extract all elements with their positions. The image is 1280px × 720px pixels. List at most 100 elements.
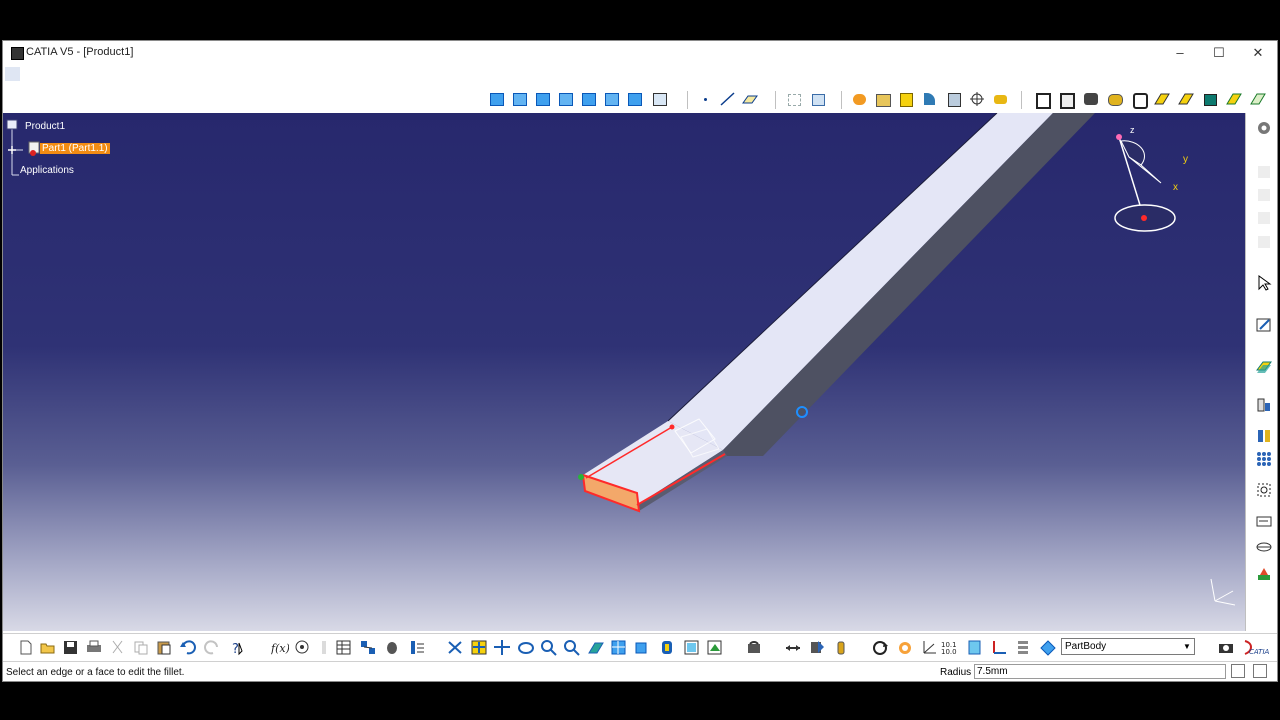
chevron-down-icon[interactable]: ▼ <box>1180 639 1194 654</box>
slot-icon[interactable] <box>626 91 644 107</box>
compass-icon[interactable] <box>1103 123 1203 233</box>
shaft-icon[interactable] <box>534 91 552 107</box>
rotate-icon[interactable] <box>517 639 535 656</box>
knowledge-icon[interactable] <box>293 639 311 656</box>
line-icon[interactable] <box>719 91 737 107</box>
pocket-icon[interactable] <box>511 91 529 107</box>
whats-this-icon[interactable]: ? <box>229 639 247 657</box>
pattern-icon[interactable] <box>1255 450 1273 468</box>
compass-tool-icon[interactable] <box>920 639 938 656</box>
close-button[interactable]: ✕ <box>1239 41 1277 65</box>
catalog-icon[interactable] <box>359 639 377 656</box>
mirror-icon[interactable] <box>1057 91 1075 109</box>
update-icon[interactable] <box>745 639 763 656</box>
status-lock-icon[interactable] <box>1253 664 1267 678</box>
formula-icon[interactable]: f(x) <box>270 639 290 656</box>
box-icon[interactable] <box>897 91 915 107</box>
maximize-button[interactable]: ☐ <box>1200 41 1238 65</box>
remove-face-icon[interactable] <box>1225 91 1243 107</box>
fillet-icon[interactable] <box>921 91 939 107</box>
render-icon[interactable] <box>1255 565 1273 583</box>
move-icon[interactable] <box>493 639 511 656</box>
3d-viewport[interactable]: Product1 Part1 (Part1.1) Applications z … <box>3 113 1245 631</box>
groove-icon[interactable] <box>557 91 575 107</box>
svg-text:?: ? <box>232 642 239 656</box>
hide-show-icon[interactable] <box>683 639 701 656</box>
geometry-icon[interactable] <box>966 639 984 656</box>
constraint-icon[interactable] <box>1255 396 1273 414</box>
thick-surface-icon[interactable] <box>1153 91 1171 107</box>
view-icon[interactable] <box>383 639 401 656</box>
thickness-icon[interactable] <box>1033 91 1051 109</box>
stiffener-icon[interactable] <box>651 91 669 107</box>
disabled-tool-icon <box>1255 209 1273 227</box>
redo-icon[interactable] <box>203 639 221 656</box>
shell-icon[interactable] <box>992 91 1010 107</box>
minimize-button[interactable]: – <box>1161 41 1199 65</box>
settings-icon[interactable] <box>1255 119 1273 137</box>
pattern-icon[interactable] <box>1082 91 1100 107</box>
measure-between-icon[interactable] <box>784 639 802 656</box>
fly-icon[interactable] <box>408 639 426 656</box>
rib-icon[interactable] <box>603 91 621 107</box>
right-toolbar <box>1245 113 1277 631</box>
swap-icon[interactable] <box>706 639 724 656</box>
camera-icon[interactable] <box>1217 639 1235 656</box>
shading-icon[interactable] <box>658 639 676 656</box>
measure-item-icon[interactable] <box>808 639 826 656</box>
measure-icon[interactable] <box>1255 427 1273 445</box>
hole-icon[interactable] <box>580 91 598 107</box>
surface-icon[interactable] <box>1255 358 1273 376</box>
cut-icon[interactable] <box>109 639 127 656</box>
status-options-icon[interactable] <box>1231 664 1245 678</box>
undo-icon[interactable] <box>179 639 197 656</box>
pan-icon[interactable] <box>470 639 488 656</box>
radius-input[interactable]: 7.5mm <box>974 664 1226 679</box>
menu-placeholder[interactable] <box>5 67 20 81</box>
point-icon[interactable] <box>697 91 715 107</box>
save-icon[interactable] <box>62 639 80 656</box>
material-icon[interactable] <box>851 91 869 107</box>
mass-icon[interactable] <box>832 639 850 656</box>
open-icon[interactable] <box>39 639 57 656</box>
apply-material-icon[interactable] <box>874 91 892 107</box>
scale-icon[interactable] <box>1106 91 1124 107</box>
top-toolbar <box>3 87 1277 114</box>
fit-all-icon[interactable] <box>446 639 464 656</box>
capture-icon[interactable] <box>1255 538 1273 556</box>
iso-view-icon[interactable] <box>633 639 651 656</box>
light-icon[interactable] <box>896 639 914 656</box>
axis-icon[interactable] <box>968 91 986 107</box>
pad-icon[interactable] <box>488 91 506 107</box>
analysis-icon[interactable] <box>1255 481 1273 499</box>
snap-icon[interactable] <box>809 91 827 107</box>
part-geometry[interactable] <box>3 113 1245 631</box>
copy-icon[interactable] <box>132 639 150 656</box>
new-icon[interactable] <box>17 639 35 656</box>
scan-icon[interactable]: 10.1 10.0 <box>941 639 959 656</box>
paste-icon[interactable] <box>155 639 173 656</box>
zoom-in-icon[interactable] <box>540 639 558 656</box>
plane-icon[interactable] <box>741 91 759 107</box>
normal-view-icon[interactable] <box>587 639 605 656</box>
replace-face-icon[interactable] <box>1249 91 1267 107</box>
select-icon[interactable] <box>1255 274 1273 292</box>
compass-y-label: y <box>1183 154 1188 165</box>
grid-icon[interactable] <box>785 91 803 107</box>
split-icon[interactable] <box>1130 91 1148 109</box>
chamfer-icon[interactable] <box>945 91 963 107</box>
axis-system-icon[interactable] <box>990 639 1008 656</box>
body-icon[interactable] <box>1014 639 1032 656</box>
sew-surface-icon[interactable] <box>1201 91 1219 107</box>
refresh-icon[interactable] <box>871 639 889 656</box>
sketch-icon[interactable] <box>1255 316 1273 334</box>
partbody-selector[interactable]: PartBody ▼ <box>1061 638 1195 655</box>
zoom-out-icon[interactable] <box>563 639 581 656</box>
toolbar-separator <box>1021 91 1022 109</box>
multi-view-icon[interactable] <box>610 639 628 656</box>
annotation-icon[interactable] <box>1255 513 1273 531</box>
close-surface-icon[interactable] <box>1177 91 1195 107</box>
table-icon[interactable] <box>335 639 353 656</box>
print-icon[interactable] <box>85 639 103 656</box>
part-body-icon[interactable] <box>1039 639 1057 656</box>
